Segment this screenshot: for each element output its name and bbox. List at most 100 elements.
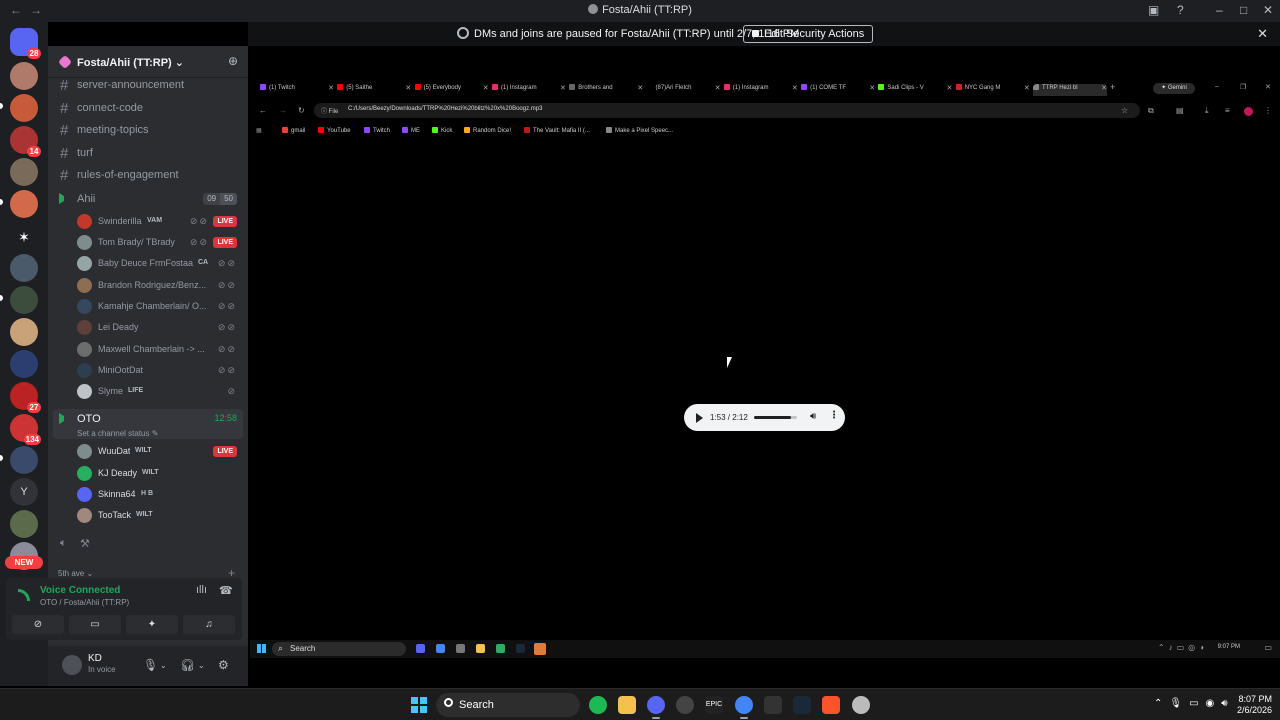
set-channel-status[interactable]: Set a channel status ✎: [77, 429, 158, 438]
app-icon[interactable]: [456, 644, 465, 653]
server-header[interactable]: Fosta/Ahii (TT:RP) ⌄ ⊕: [48, 46, 248, 78]
close-notice-icon[interactable]: ✕: [1257, 26, 1268, 42]
folder-app-icon[interactable]: [476, 644, 485, 653]
close-tab-icon[interactable]: ✕: [1024, 84, 1030, 92]
help-icon[interactable]: ?: [1177, 3, 1184, 17]
close-tab-icon[interactable]: ✕: [328, 84, 334, 92]
bookmark-item[interactable]: Kick: [432, 127, 452, 134]
signal-icon[interactable]: [18, 589, 30, 601]
dm-home-button[interactable]: 28: [10, 28, 41, 59]
sidebar-icon[interactable]: ▤: [1176, 106, 1184, 115]
app-icon[interactable]: [676, 696, 694, 714]
close-tab-icon[interactable]: ✕: [637, 84, 643, 92]
voice-location[interactable]: OTO / Fosta/Ahii (TT:RP): [40, 598, 129, 607]
reload-icon[interactable]: ↻: [298, 106, 305, 115]
edit-security-actions-button[interactable]: Edit Security Actions: [743, 25, 874, 43]
extensions-icon[interactable]: ⧉: [1148, 106, 1154, 116]
microphone-icon[interactable]: 🎙︎: [143, 658, 158, 672]
file-explorer-icon[interactable]: [618, 696, 636, 714]
soundboard-button[interactable]: ♫: [183, 615, 235, 634]
close-tab-icon[interactable]: ✕: [483, 84, 489, 92]
chevron-down-icon[interactable]: ⌄: [160, 661, 167, 670]
browser-tab[interactable]: Sadi Clips - V ✕: [878, 84, 952, 96]
voice-user-row[interactable]: Lei Deady ⊘⊘: [75, 318, 243, 338]
chrome-app-icon[interactable]: [436, 644, 445, 653]
epic-games-icon[interactable]: EPIC: [705, 696, 723, 714]
close-tab-icon[interactable]: ✕: [792, 84, 798, 92]
windows-start-icon[interactable]: [411, 697, 427, 713]
server-icon-13[interactable]: [10, 510, 38, 538]
address-bar[interactable]: ⓘ File C:/Users/Beezy/Downloads/TTRP%20H…: [314, 103, 1140, 118]
voice-user-row[interactable]: MiniOotDat ⊘⊘: [75, 361, 243, 381]
voice-user-row[interactable]: WuuDat WILT LIVE: [75, 442, 243, 462]
app-icon[interactable]: [764, 696, 782, 714]
server-icon-4[interactable]: [10, 158, 38, 186]
voice-user-row[interactable]: Slyme LIFE ⊘: [75, 382, 243, 402]
voice-user-row[interactable]: Swinderilla VAM LIVE ⊘⊘: [75, 212, 243, 232]
browser-tab[interactable]: TTRP Hezi bl ✕: [1033, 84, 1107, 96]
voice-user-row[interactable]: KJ Deady WILT: [75, 464, 243, 484]
new-tab-icon[interactable]: +: [1110, 82, 1115, 92]
inbox-icon[interactable]: ▣: [1148, 3, 1159, 17]
voice-user-row[interactable]: Skinna64 H B: [75, 485, 243, 505]
app-icon[interactable]: [852, 696, 870, 714]
voice-user-row[interactable]: Kamahje Chamberlain/ O... ⊘⊘: [75, 297, 243, 317]
back-icon[interactable]: ←: [259, 106, 267, 115]
close-tab-icon[interactable]: ✕: [947, 84, 953, 92]
browser-tab[interactable]: (5) Everybody ✕: [414, 84, 489, 96]
voice-user-row[interactable]: Tom Brady/ TBrady LIVE ⊘⊘: [75, 233, 243, 253]
close-tab-icon[interactable]: ✕: [869, 84, 875, 92]
channel-item[interactable]: # server-announcement: [56, 76, 242, 96]
steam-app-icon[interactable]: [793, 696, 811, 714]
forward-icon[interactable]: →: [279, 106, 287, 115]
more-options-icon[interactable]: ⋮: [829, 410, 839, 421]
close-tab-icon[interactable]: ✕: [405, 84, 411, 92]
spotify-app-icon[interactable]: [589, 696, 607, 714]
play-icon[interactable]: [696, 413, 703, 423]
voice-user-row[interactable]: TooTack WILT: [75, 506, 243, 526]
minimize-icon[interactable]: –: [1216, 3, 1223, 17]
server-icon-2[interactable]: [10, 94, 38, 122]
close-tab-icon[interactable]: ✕: [715, 84, 721, 92]
speaker-muted-icon[interactable]: 🔈︎: [60, 537, 67, 550]
server-icon-3[interactable]: 14: [10, 126, 41, 157]
channel-item[interactable]: # turf: [56, 144, 242, 164]
streamed-tray-icons[interactable]: ⌃♪▭◎◑: [1158, 643, 1208, 652]
server-icon-5[interactable]: [10, 190, 38, 218]
channel-item[interactable]: # rules-of-engagement: [56, 166, 242, 186]
server-icon-12[interactable]: [10, 446, 38, 474]
gear-icon[interactable]: ⚙: [218, 658, 229, 672]
close-icon[interactable]: ✕: [1265, 83, 1271, 91]
more-menu-icon[interactable]: ⋮: [1264, 106, 1272, 115]
download-icon[interactable]: ⤓: [1205, 106, 1209, 116]
bookmark-item[interactable]: Random Dice!: [464, 127, 511, 134]
voice-channel-ahii[interactable]: Ahii 09 50: [53, 189, 243, 209]
screen-share-button[interactable]: ▭: [69, 615, 121, 634]
gemini-button[interactable]: ✦ Gemini: [1153, 83, 1195, 94]
brave-app-icon[interactable]: [822, 696, 840, 714]
star-icon[interactable]: ✶: [10, 223, 38, 251]
discord-app-icon[interactable]: [647, 696, 665, 719]
chevron-down-icon[interactable]: ⌄: [198, 661, 205, 670]
apps-grid-icon[interactable]: ▦: [256, 127, 262, 134]
discord-app-icon[interactable]: [416, 644, 425, 653]
server-icon-7[interactable]: [10, 286, 38, 314]
activities-button[interactable]: ✦: [126, 615, 178, 634]
streamed-search-box[interactable]: ⌕ Search: [272, 642, 406, 656]
close-tab-icon[interactable]: ✕: [560, 84, 566, 92]
seek-bar[interactable]: [754, 416, 797, 419]
browser-tab[interactable]: (5) Saithe ✕: [337, 84, 411, 96]
browser-tab[interactable]: (87)Ari Fletch ✕: [646, 84, 721, 96]
close-tab-icon[interactable]: ✕: [1101, 84, 1107, 92]
avatar[interactable]: [62, 655, 82, 675]
chrome-app-icon[interactable]: [735, 696, 753, 719]
bookmark-item[interactable]: YouTube: [318, 127, 351, 134]
server-icon-letter[interactable]: Y: [10, 478, 38, 506]
app-icon[interactable]: [496, 644, 505, 653]
steam-app-icon[interactable]: [516, 644, 525, 653]
volume-icon[interactable]: 🔊︎: [810, 411, 816, 422]
bookmark-item[interactable]: The Vault: Mafia II (...: [524, 127, 590, 134]
headphones-icon[interactable]: 🎧︎: [180, 658, 195, 672]
browser-tab[interactable]: (1) Twitch ✕: [260, 84, 334, 96]
bookmark-item[interactable]: Twitch: [364, 127, 390, 134]
